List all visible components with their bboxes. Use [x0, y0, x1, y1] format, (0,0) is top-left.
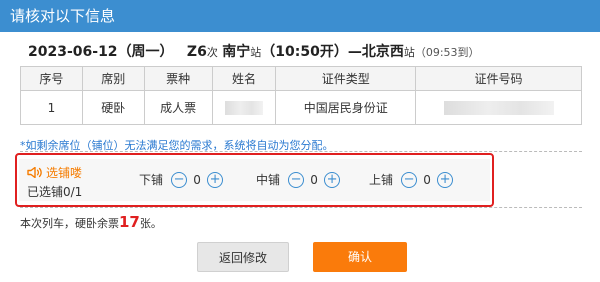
upper-berth-count: 0: [423, 172, 431, 187]
trip-summary: 2023-06-12（周一） Z6次 南宁站（10:50开）—北京西站（09:5…: [28, 41, 480, 61]
cell-seat: 硬卧: [81, 90, 145, 125]
passenger-table: 序号 席别 票种 姓名 证件类型 证件号码 1 硬卧 成人票 中国居民身份证: [20, 66, 582, 125]
col-header-ticket-type: 票种: [143, 66, 213, 91]
lower-berth-stepper: 下铺 −0 +: [139, 171, 224, 191]
confirm-button[interactable]: 确认: [313, 242, 407, 272]
berth-select-title: 选铺喽: [27, 164, 82, 181]
col-header-id-number: 证件号码: [415, 66, 582, 91]
train-number: Z6: [186, 44, 207, 60]
upper-berth-stepper: 上铺 −0 +: [369, 171, 454, 191]
col-header-index: 序号: [20, 66, 83, 91]
to-station-suffix: 站: [403, 46, 415, 59]
upper-berth-minus-button[interactable]: −: [401, 171, 418, 188]
arrive-time: （09:53到）: [414, 46, 480, 59]
to-station: 北京西: [361, 44, 404, 60]
divider-bottom: [20, 207, 582, 208]
from-station: 南宁: [222, 44, 251, 60]
middle-berth-minus-button[interactable]: −: [288, 171, 305, 188]
table-row: 1 硬卧 成人票 中国居民身份证: [20, 90, 582, 125]
cell-name: [211, 90, 277, 125]
remaining-suffix: 张。: [139, 217, 162, 230]
lower-berth-plus-button[interactable]: +: [207, 171, 224, 188]
col-header-id-type: 证件类型: [275, 66, 417, 91]
cell-id-type: 中国居民身份证: [275, 90, 417, 125]
middle-berth-count: 0: [310, 172, 318, 187]
dialog-header: 请核对以下信息: [0, 0, 600, 32]
dialog-title: 请核对以下信息: [10, 7, 116, 25]
redacted-name: [225, 100, 264, 115]
berth-selection-box: 选铺喽 已选铺0/1 下铺 −0 + 中铺 −0 + 上铺 −0 +: [15, 153, 494, 207]
middle-berth-plus-button[interactable]: +: [324, 171, 341, 188]
berth-selection-panel: 选铺喽 已选铺0/1 下铺 −0 + 中铺 −0 + 上铺 −0 +: [19, 159, 490, 201]
upper-berth-label: 上铺: [369, 173, 394, 187]
trip-date: 2023-06-12: [28, 44, 118, 60]
col-header-name: 姓名: [211, 66, 277, 91]
trip-weekday: （周一）: [117, 44, 174, 60]
from-station-suffix: 站: [250, 46, 262, 59]
confirm-dialog: 请核对以下信息 2023-06-12（周一） Z6次 南宁站（10:50开）—北…: [0, 0, 600, 282]
remaining-prefix: 本次列车，硬卧余票: [20, 217, 119, 230]
depart-time: （10:50开）: [261, 44, 348, 60]
speaker-icon: [27, 167, 42, 178]
cell-index: 1: [20, 90, 83, 125]
remaining-tickets: 本次列车，硬卧余票17张。: [20, 213, 162, 231]
middle-berth-stepper: 中铺 −0 +: [256, 171, 341, 191]
cell-ticket-type: 成人票: [143, 90, 213, 125]
remaining-count: 17: [119, 213, 140, 231]
lower-berth-minus-button[interactable]: −: [171, 171, 188, 188]
berth-selected-count: 已选铺0/1: [27, 185, 83, 199]
lower-berth-label: 下铺: [139, 173, 164, 187]
redacted-id-number: [443, 100, 554, 115]
col-header-seat: 席别: [81, 66, 145, 91]
back-modify-button[interactable]: 返回修改: [197, 242, 289, 272]
middle-berth-label: 中铺: [256, 173, 281, 187]
cell-id-number: [415, 90, 582, 125]
berth-select-title-text: 选铺喽: [46, 166, 83, 180]
divider-top: [20, 151, 582, 152]
table-header-row: 序号 席别 票种 姓名 证件类型 证件号码: [20, 66, 582, 91]
lower-berth-count: 0: [193, 172, 201, 187]
upper-berth-plus-button[interactable]: +: [437, 171, 454, 188]
train-suffix: 次: [206, 46, 218, 59]
route-arrow: —: [347, 44, 362, 60]
